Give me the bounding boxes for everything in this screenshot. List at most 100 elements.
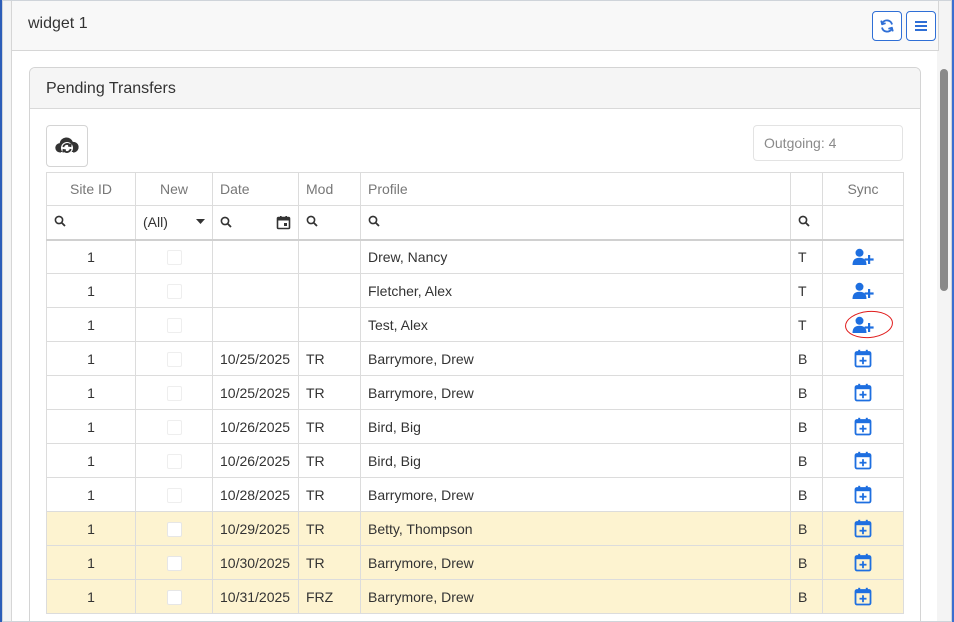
calendar-add-icon: [854, 349, 872, 368]
table-row[interactable]: 1 10/26/2025 TR Bird, Big B: [46, 409, 904, 444]
sync-button[interactable]: [854, 383, 872, 402]
search-icon: [220, 216, 232, 228]
cell-sync: [822, 307, 904, 342]
filter-new-select[interactable]: (All): [135, 205, 213, 241]
cell-type: B: [790, 545, 823, 580]
cell-profile: Bird, Big: [360, 443, 791, 478]
new-checkbox[interactable]: [166, 555, 182, 571]
cell-mod: TR: [298, 443, 361, 478]
sync-button[interactable]: [852, 248, 874, 265]
cell-type: T: [790, 307, 823, 342]
sync-button[interactable]: [854, 349, 872, 368]
cell-type: T: [790, 273, 823, 308]
cell-type: T: [790, 239, 823, 274]
calendar-add-icon: [854, 519, 872, 538]
cell-type: B: [790, 409, 823, 444]
table-row[interactable]: 1 10/25/2025 TR Barrymore, Drew B: [46, 341, 904, 376]
calendar-add-icon: [854, 587, 872, 606]
cell-site-id: 1: [46, 307, 136, 342]
sync-button[interactable]: [854, 553, 872, 572]
filter-type[interactable]: [790, 205, 823, 241]
table-row[interactable]: 1 10/31/2025 FRZ Barrymore, Drew B: [46, 579, 904, 614]
grid-filter-row: (All): [46, 205, 904, 241]
cell-new: [135, 341, 213, 376]
cell-date: [212, 273, 299, 308]
refresh-icon: [880, 19, 894, 33]
user-add-icon: [852, 316, 874, 333]
new-checkbox[interactable]: [166, 250, 182, 266]
table-row[interactable]: 1 Test, Alex T: [46, 307, 904, 342]
cell-sync: [822, 375, 904, 410]
table-row[interactable]: 1 10/30/2025 TR Barrymore, Drew B: [46, 545, 904, 580]
table-row[interactable]: 1 Fletcher, Alex T: [46, 273, 904, 308]
cell-type: B: [790, 477, 823, 512]
cell-sync: [822, 341, 904, 376]
column-header-mod[interactable]: Mod: [298, 172, 361, 206]
cell-profile: Drew, Nancy: [360, 239, 791, 274]
table-row[interactable]: 1 10/29/2025 TR Betty, Thompson B: [46, 511, 904, 546]
sync-button[interactable]: [854, 587, 872, 606]
new-checkbox[interactable]: [166, 453, 182, 469]
scrollbar-thumb[interactable]: [940, 69, 948, 291]
cloud-sync-button[interactable]: [46, 125, 88, 167]
search-icon: [54, 215, 66, 227]
new-checkbox[interactable]: [166, 351, 182, 367]
sync-button[interactable]: [854, 451, 872, 470]
hamburger-menu-icon: [915, 21, 927, 31]
transfers-grid: Site ID New Date Mod Profile Sync (All) …: [46, 172, 904, 614]
calendar-add-icon: [854, 553, 872, 572]
table-row[interactable]: 1 10/25/2025 TR Barrymore, Drew B: [46, 375, 904, 410]
new-checkbox[interactable]: [166, 589, 182, 605]
new-checkbox[interactable]: [166, 487, 182, 503]
filter-profile[interactable]: [360, 205, 791, 241]
cell-date: 10/26/2025: [212, 443, 299, 478]
filter-date[interactable]: [212, 205, 299, 241]
sync-button[interactable]: [852, 281, 874, 299]
new-checkbox[interactable]: [166, 419, 182, 435]
outgoing-count-field[interactable]: Outgoing: 4: [753, 125, 903, 161]
user-add-icon: [852, 282, 874, 299]
column-header-profile[interactable]: Profile: [360, 172, 791, 206]
cell-date: [212, 307, 299, 342]
widget-title: widget 1: [28, 15, 88, 32]
filter-new-value: (All): [143, 214, 168, 231]
table-row[interactable]: 1 Drew, Nancy T: [46, 239, 904, 274]
cell-profile: Barrymore, Drew: [360, 341, 791, 376]
cell-sync: [822, 511, 904, 546]
cell-mod: TR: [298, 341, 361, 376]
table-row[interactable]: 1 10/26/2025 TR Bird, Big B: [46, 443, 904, 478]
new-checkbox[interactable]: [166, 283, 182, 299]
new-checkbox[interactable]: [166, 385, 182, 401]
refresh-button[interactable]: [872, 11, 902, 41]
cell-site-id: 1: [46, 443, 136, 478]
sync-button[interactable]: [854, 417, 872, 436]
vertical-scrollbar[interactable]: [937, 51, 951, 621]
new-checkbox[interactable]: [166, 317, 182, 333]
calendar-icon[interactable]: [276, 215, 291, 230]
pending-transfers-panel: Pending Transfers Outgoing: 4 Site ID Ne…: [29, 67, 921, 621]
column-header-new[interactable]: New: [135, 172, 213, 206]
cell-site-id: 1: [46, 239, 136, 274]
filter-site-id[interactable]: [46, 205, 136, 241]
cell-sync: [822, 579, 904, 614]
sync-button[interactable]: [854, 485, 872, 504]
column-header-site-id[interactable]: Site ID: [46, 172, 136, 206]
menu-button[interactable]: [906, 11, 936, 41]
sync-button[interactable]: [852, 315, 874, 333]
cell-profile: Test, Alex: [360, 307, 791, 342]
cell-mod: FRZ: [298, 579, 361, 614]
new-checkbox[interactable]: [166, 521, 182, 537]
cell-site-id: 1: [46, 579, 136, 614]
cell-sync: [822, 273, 904, 308]
cell-profile: Barrymore, Drew: [360, 545, 791, 580]
filter-mod[interactable]: [298, 205, 361, 241]
calendar-add-icon: [854, 417, 872, 436]
cell-new: [135, 375, 213, 410]
column-header-sync[interactable]: Sync: [822, 172, 904, 206]
sync-button[interactable]: [854, 519, 872, 538]
column-header-date[interactable]: Date: [212, 172, 299, 206]
column-header-type[interactable]: [790, 172, 823, 206]
cell-site-id: 1: [46, 477, 136, 512]
cell-site-id: 1: [46, 409, 136, 444]
table-row[interactable]: 1 10/28/2025 TR Barrymore, Drew B: [46, 477, 904, 512]
